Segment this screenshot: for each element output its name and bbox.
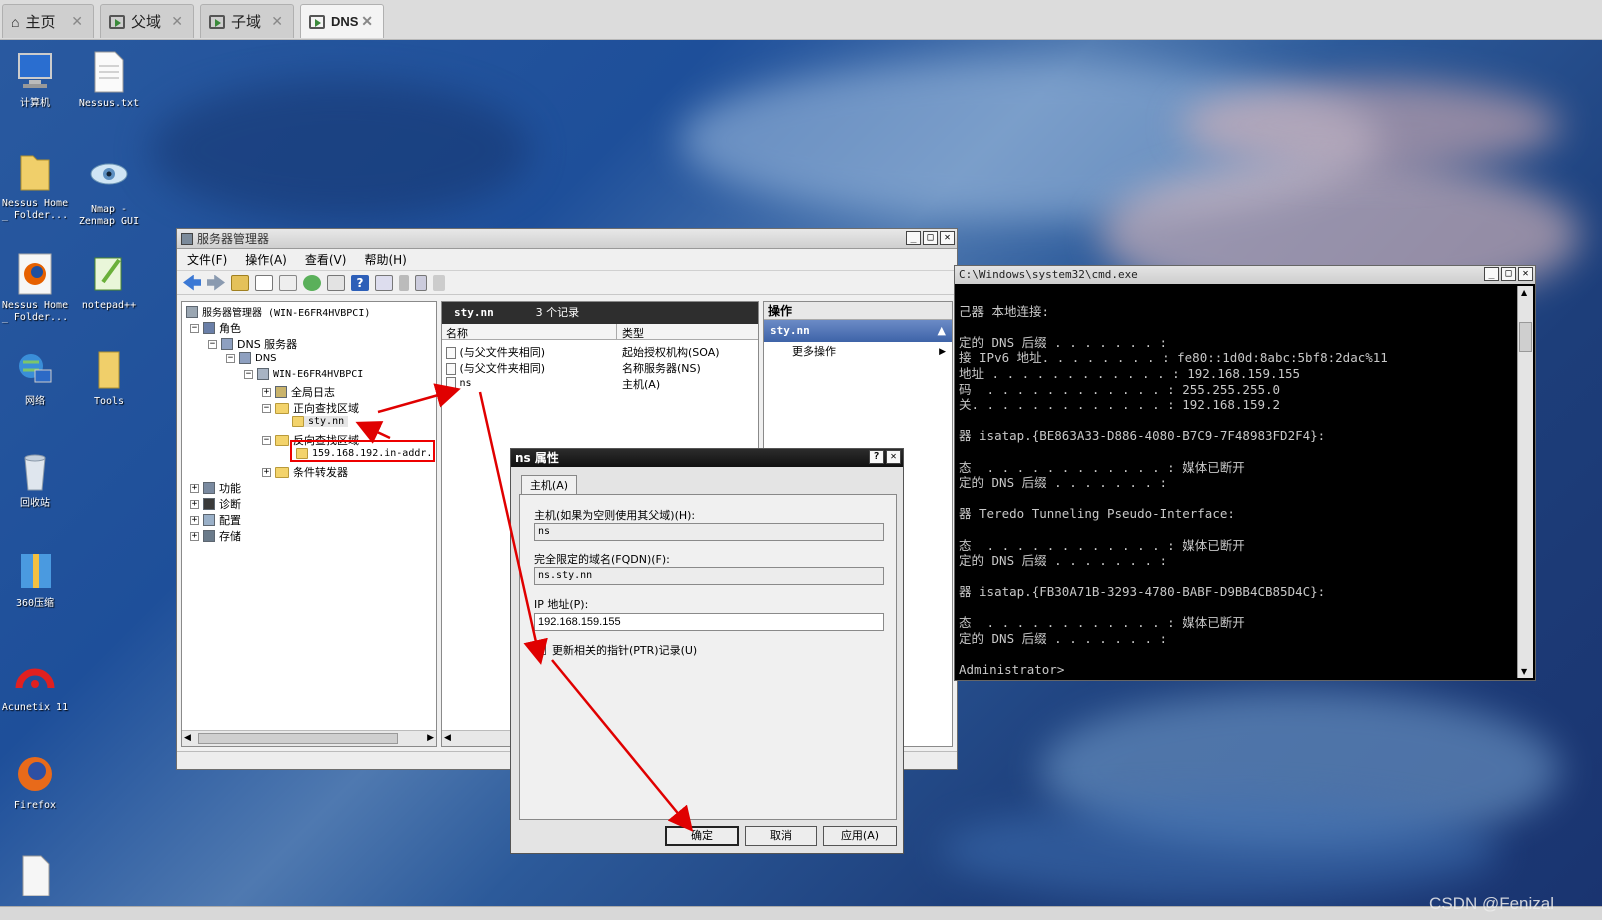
- annotation-arrow: [377, 383, 461, 414]
- annotation-arrow: [551, 659, 694, 832]
- bottom-scrollbar[interactable]: [0, 906, 1602, 920]
- watermark: CSDN @Fenizal: [1429, 894, 1554, 913]
- annotation-arrows: [355, 383, 694, 832]
- annotation-arrow: [355, 421, 391, 444]
- annotation-arrow: [478, 391, 548, 665]
